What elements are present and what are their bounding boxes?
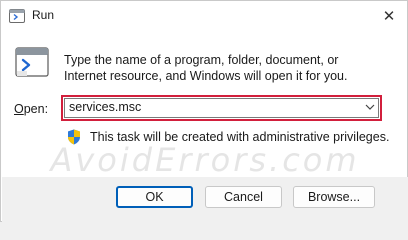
run-icon	[15, 47, 49, 77]
browse-button[interactable]: Browse...	[293, 186, 375, 208]
close-button[interactable]: ✕	[371, 1, 407, 31]
uac-shield-icon	[68, 129, 80, 145]
window-title: Run	[32, 8, 55, 22]
ok-button[interactable]: OK	[116, 186, 193, 208]
open-label-text: pen:	[23, 102, 49, 116]
cancel-button[interactable]: Cancel	[205, 186, 282, 208]
close-icon: ✕	[382, 8, 396, 25]
chevron-down-icon[interactable]	[365, 103, 375, 111]
open-label-accesskey: O	[14, 102, 24, 116]
button-bar: OK Cancel Browse...	[2, 177, 408, 222]
open-label: Open:	[14, 102, 48, 116]
run-app-icon	[9, 9, 25, 23]
title-bar[interactable]: Run ✕	[1, 1, 407, 31]
run-description: Type the name of a program, folder, docu…	[64, 53, 348, 83]
run-dialog: Run ✕ Type the name of a program, folder…	[0, 0, 408, 222]
open-combobox[interactable]: services.msc	[61, 95, 382, 121]
open-input[interactable]: services.msc	[69, 100, 141, 114]
admin-privileges-note: This task will be created with administr…	[90, 130, 390, 144]
watermark: AvoidErrors.com	[50, 141, 360, 179]
